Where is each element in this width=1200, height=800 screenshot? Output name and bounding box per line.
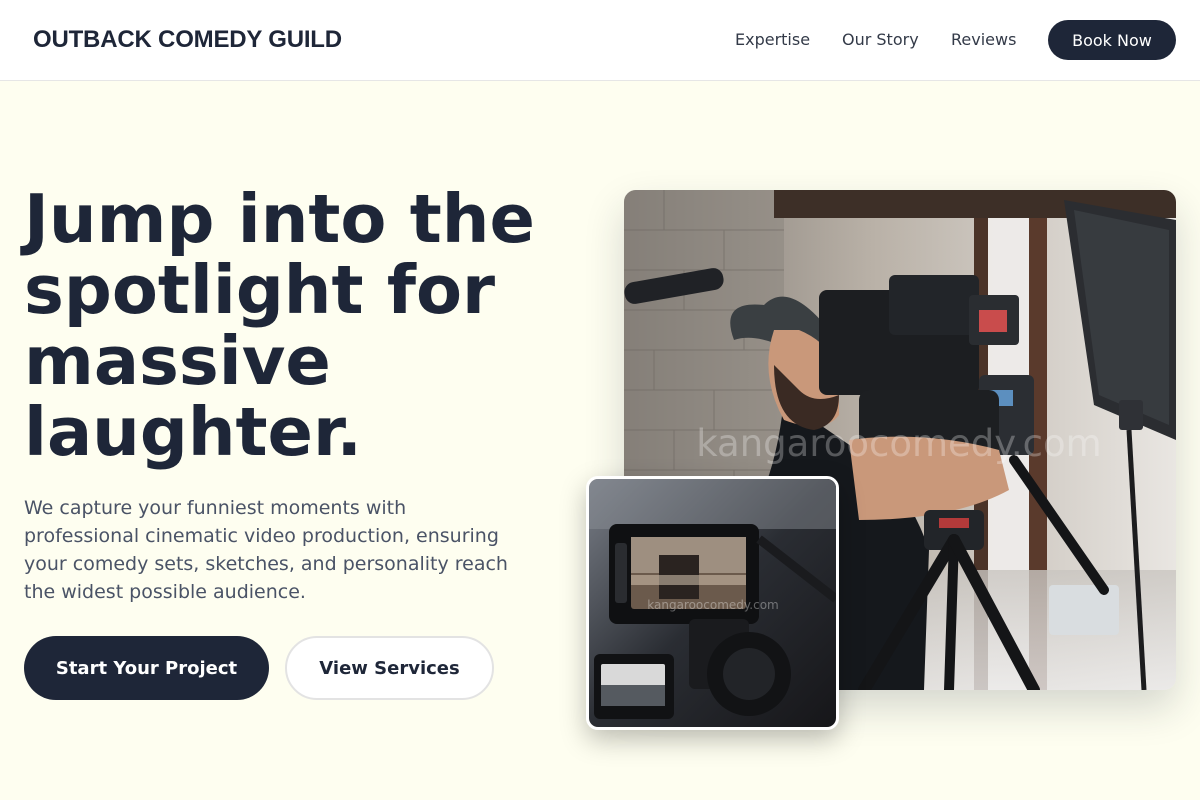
headline-line: laughter.	[24, 393, 362, 471]
book-now-button[interactable]: Book Now	[1048, 20, 1176, 60]
nav-link-expertise[interactable]: Expertise	[735, 30, 810, 49]
description-line: professional cinematic video production,…	[24, 525, 499, 547]
nav-link-reviews[interactable]: Reviews	[951, 30, 1016, 49]
camera-monitor-photo: kangaroocomedy.com	[589, 479, 836, 727]
hero-headline: Jump into the spotlight for massive laug…	[24, 184, 604, 468]
view-services-button[interactable]: View Services	[285, 636, 494, 700]
nav-link-our-story[interactable]: Our Story	[842, 30, 919, 49]
description-line: the widest possible audience.	[24, 581, 306, 603]
site-header: OUTBACK COMEDY GUILD Expertise Our Story…	[0, 0, 1200, 81]
headline-line: spotlight for	[24, 251, 496, 329]
hero-inset-image: kangaroocomedy.com	[586, 476, 839, 730]
brand-logo[interactable]: OUTBACK COMEDY GUILD	[33, 26, 342, 54]
inset-image-watermark: kangaroocomedy.com	[647, 598, 778, 612]
headline-line: massive	[24, 322, 331, 400]
hero-description: We capture your funniest moments with pr…	[24, 494, 554, 606]
description-line: your comedy sets, sketches, and personal…	[24, 553, 508, 575]
start-project-button[interactable]: Start Your Project	[24, 636, 269, 700]
main-image-watermark: kangaroocomedy.com	[696, 422, 1101, 465]
headline-line: Jump into the	[24, 180, 535, 258]
description-line: We capture your funniest moments with	[24, 497, 407, 519]
